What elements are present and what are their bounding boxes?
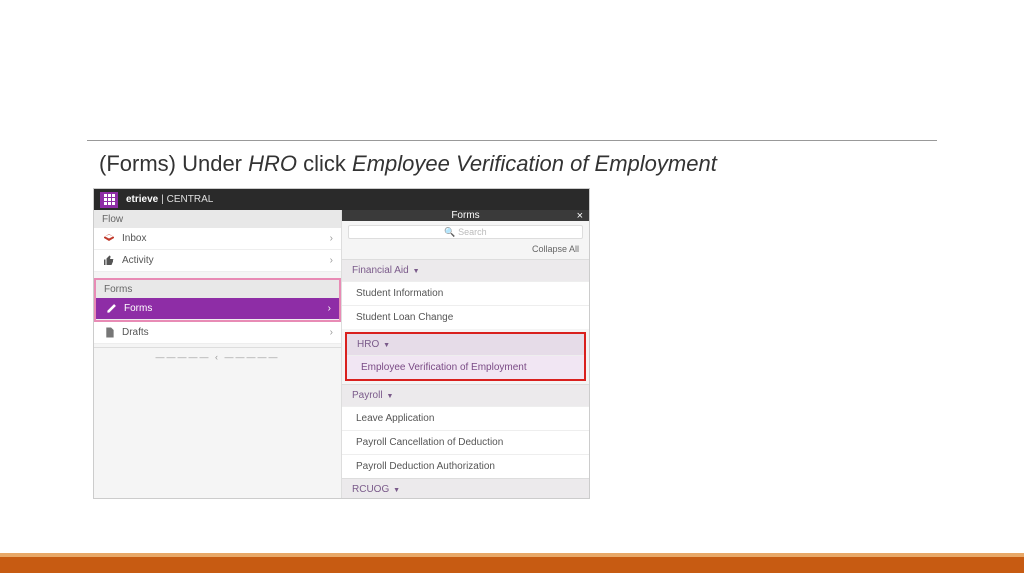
form-item-student-loan-change[interactable]: Student Loan Change: [342, 305, 589, 329]
hro-highlight: HRO ▼ Employee Verification of Employmen…: [345, 332, 586, 381]
sidebar-item-inbox[interactable]: Inbox ›: [94, 228, 341, 250]
sidebar-collapse-handle[interactable]: ————— ‹ —————: [94, 347, 341, 366]
divider: [87, 140, 937, 141]
section-label-forms: Forms: [96, 280, 339, 298]
caret-down-icon: ▼: [385, 393, 394, 400]
forms-section-highlight: Forms Forms ›: [94, 278, 341, 322]
chevron-right-icon: ›: [330, 255, 333, 266]
pencil-icon: [104, 302, 118, 316]
app-window: etrieve| CENTRAL Flow Inbox › Activity ›: [93, 188, 590, 499]
form-item-leave-application[interactable]: Leave Application: [342, 406, 589, 430]
sidebar-item-forms[interactable]: Forms ›: [96, 298, 339, 320]
app-header: etrieve| CENTRAL: [94, 189, 589, 210]
panel-header: Forms ×: [342, 210, 589, 221]
sidebar-item-activity[interactable]: Activity ›: [94, 250, 341, 272]
caret-down-icon: ▼: [381, 342, 390, 349]
caret-down-icon: ▼: [391, 487, 400, 494]
caret-down-icon: ▼: [411, 268, 420, 275]
sidebar-item-label: Activity: [122, 255, 154, 266]
document-icon: [102, 326, 116, 340]
group-header-rcuog[interactable]: RCUOG ▼: [342, 478, 589, 499]
chevron-right-icon: ›: [330, 233, 333, 244]
chevron-right-icon: ›: [330, 327, 333, 338]
section-label-flow: Flow: [94, 210, 341, 228]
form-item-student-information[interactable]: Student Information: [342, 281, 589, 305]
app-brand: etrieve| CENTRAL: [126, 194, 213, 205]
form-item-payroll-cancellation[interactable]: Payroll Cancellation of Deduction: [342, 430, 589, 454]
form-item-payroll-deduction-auth[interactable]: Payroll Deduction Authorization: [342, 454, 589, 478]
instruction-text: (Forms) Under HRO click Employee Verific…: [99, 151, 937, 177]
close-icon[interactable]: ×: [577, 210, 583, 222]
sidebar-item-label: Drafts: [122, 327, 149, 338]
forms-panel: Forms × 🔍 Search Collapse All Financial …: [342, 210, 589, 498]
chevron-right-icon: ›: [328, 303, 331, 314]
group-header-hro[interactable]: HRO ▼: [347, 334, 584, 355]
sidebar: Flow Inbox › Activity › Forms: [94, 210, 342, 498]
app-launcher-icon[interactable]: [100, 192, 118, 208]
collapse-all-link[interactable]: Collapse All: [342, 241, 589, 259]
thumbs-up-icon: [102, 254, 116, 268]
form-item-employee-verification[interactable]: Employee Verification of Employment: [347, 355, 584, 379]
panel-title: Forms: [451, 210, 479, 221]
group-header-payroll[interactable]: Payroll ▼: [342, 384, 589, 406]
sidebar-item-label: Inbox: [122, 233, 146, 244]
footer-bar: [0, 553, 1024, 573]
sidebar-item-drafts[interactable]: Drafts ›: [94, 322, 341, 344]
search-input[interactable]: 🔍 Search: [348, 225, 583, 239]
group-header-financial-aid[interactable]: Financial Aid ▼: [342, 259, 589, 281]
inbox-icon: [102, 232, 116, 246]
sidebar-item-label: Forms: [124, 303, 152, 314]
